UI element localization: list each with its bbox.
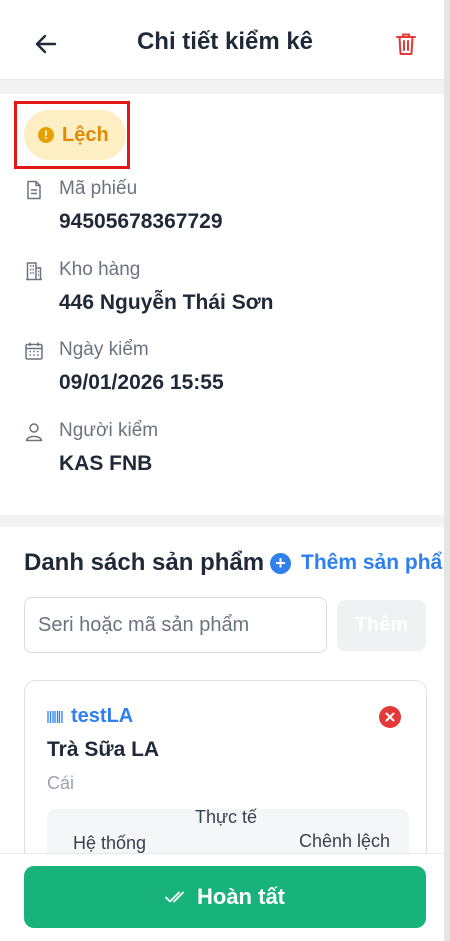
info-value: 09/01/2026 15:55 — [59, 371, 224, 394]
info-label: Mã phiếu — [59, 178, 138, 199]
calendar-icon — [25, 342, 43, 360]
scrollbar-track — [444, 0, 450, 941]
info-row-check-date: Ngày kiểm 09/01/2026 15:55 — [24, 339, 424, 399]
product-list-title: Danh sách sản phẩm — [24, 549, 265, 576]
user-icon — [25, 423, 43, 442]
info-label: Ngày kiểm — [59, 339, 149, 360]
complete-label: Hoàn tất — [197, 884, 285, 909]
info-label: Kho hàng — [59, 259, 141, 280]
product-unit: Cái — [47, 773, 75, 793]
stat-label-difference: Chênh lệch — [299, 831, 391, 851]
status-label: Lệch — [62, 123, 109, 146]
alert-circle-icon: ! — [38, 127, 54, 143]
remove-product-button[interactable] — [379, 706, 401, 728]
close-icon — [385, 712, 395, 722]
page-title: Chi tiết kiểm kê — [136, 28, 314, 55]
barcode-icon — [47, 710, 63, 723]
add-product-label: Thêm sản phẩ — [301, 551, 443, 574]
add-product-link[interactable]: + Thêm sản phẩ — [270, 551, 442, 575]
info-value: KAS FNB — [59, 452, 153, 475]
building-icon — [26, 262, 42, 281]
info-row-checker: Người kiểm KAS FNB — [24, 420, 424, 480]
stock-check-detail-page: Chi tiết kiểm kê ! Lệch Mã phiếu 9450567… — [0, 0, 444, 941]
product-code-text: testLA — [71, 705, 134, 727]
product-search-input[interactable] — [24, 597, 327, 653]
double-check-icon — [165, 891, 184, 903]
info-value: 446 Nguyễn Thái Sơn — [59, 291, 274, 314]
plus-circle-icon: + — [270, 552, 291, 574]
info-row-warehouse: Kho hàng 446 Nguyễn Thái Sơn — [24, 259, 424, 319]
delete-button[interactable] — [390, 28, 422, 60]
info-label: Người kiểm — [59, 420, 159, 441]
info-row-ticket-code: Mã phiếu 94505678367729 — [24, 178, 424, 238]
status-badge: ! Lệch — [24, 110, 126, 160]
info-value: 94505678367729 — [59, 210, 223, 233]
product-name: Trà Sữa LA — [47, 738, 160, 761]
complete-button[interactable]: Hoàn tất — [24, 866, 426, 928]
stat-label-system: Hệ thống — [73, 833, 147, 853]
document-icon — [27, 180, 41, 200]
divider — [0, 80, 444, 94]
trash-icon — [396, 33, 416, 55]
stat-label-actual: Thực tế — [195, 807, 258, 827]
product-code: testLA — [47, 705, 133, 728]
divider — [0, 515, 444, 527]
header: Chi tiết kiểm kê — [0, 0, 444, 80]
add-button[interactable]: Thêm — [337, 600, 426, 651]
